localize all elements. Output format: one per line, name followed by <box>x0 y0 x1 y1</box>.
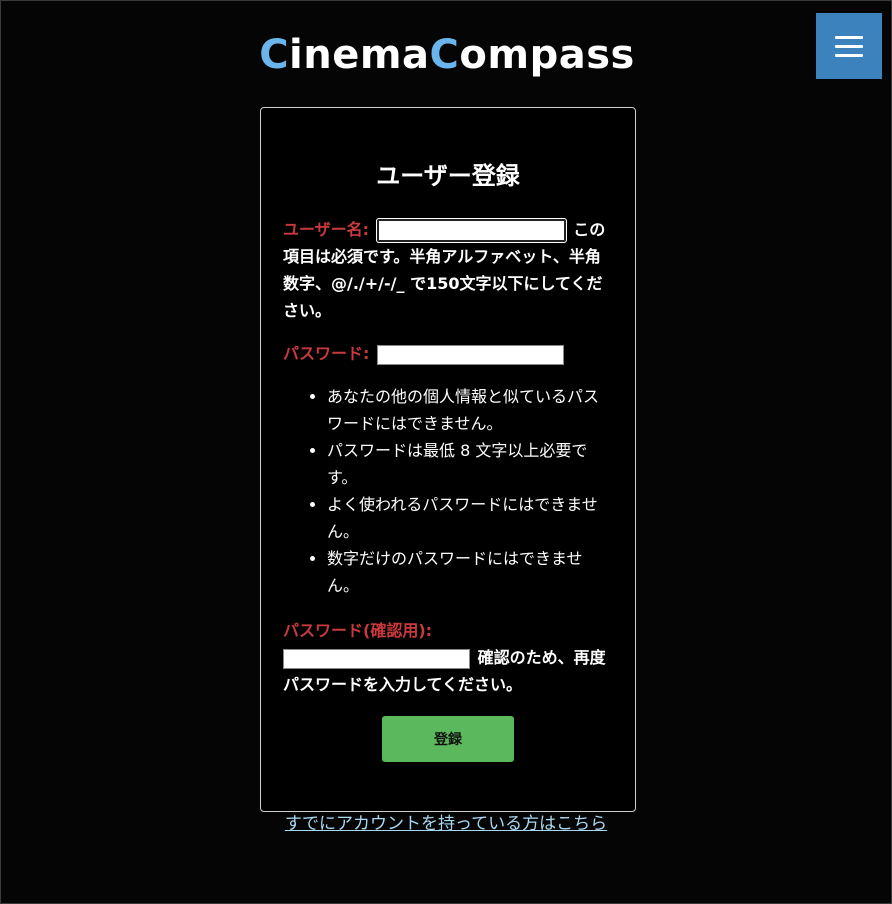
submit-row: 登録 <box>283 716 613 762</box>
password-confirm-input[interactable] <box>283 648 470 669</box>
logo-text-2: ompass <box>459 32 635 78</box>
login-link-text[interactable]: すでにアカウントを持っている方はこちら <box>285 814 607 834</box>
hamburger-menu-icon-bar-bottom <box>835 53 863 57</box>
site-logo[interactable]: CinemaCompass <box>1 29 892 81</box>
logo-letter-c1: C <box>259 32 290 78</box>
register-button[interactable]: 登録 <box>382 716 514 762</box>
password-confirm-label: パスワード(確認用): <box>283 621 433 640</box>
password-help-item: パスワードは最低 8 文字以上必要です。 <box>327 437 613 491</box>
username-label: ユーザー名: <box>283 220 370 239</box>
registration-card: ユーザー登録 ユーザー名: この項目は必須です。半角アルファベット、半角数字、@… <box>260 107 636 812</box>
password-help-item: よく使われるパスワードにはできません。 <box>327 491 613 545</box>
password-help-item: あなたの他の個人情報と似ているパスワードにはできません。 <box>327 383 613 437</box>
password-input[interactable] <box>376 344 564 365</box>
logo-text-1: inema <box>289 32 430 78</box>
login-link[interactable]: すでにアカウントを持っている方はこちら <box>1 812 892 836</box>
hamburger-menu-icon-bar-top <box>835 35 863 39</box>
password-field-group: パスワード: <box>283 340 613 367</box>
password-help-item: 数字だけのパスワードにはできません。 <box>327 545 613 599</box>
hamburger-menu-icon-bar-middle <box>835 44 863 48</box>
username-field-group: ユーザー名: この項目は必須です。半角アルファベット、半角数字、@/./+/-/… <box>283 216 613 324</box>
logo-letter-c2: C <box>429 32 460 78</box>
hamburger-menu-button[interactable] <box>816 13 882 79</box>
password-confirm-field-group: パスワード(確認用): 確認のため、再度パスワードを入力してください。 <box>283 617 613 698</box>
password-help-list: あなたの他の個人情報と似ているパスワードにはできません。 パスワードは最低 8 … <box>283 383 613 599</box>
page-title: ユーザー登録 <box>376 162 520 190</box>
username-input[interactable] <box>376 219 566 242</box>
password-label: パスワード: <box>283 344 370 363</box>
